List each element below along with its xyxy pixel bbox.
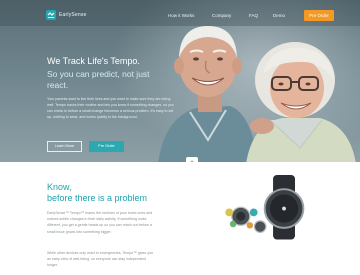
hero-title: We Track Life's Tempo.	[47, 56, 140, 66]
top-nav-bar: EarlySense How it Works Company FAQ Demo…	[0, 0, 360, 26]
product-image	[225, 175, 305, 240]
man-hand	[250, 118, 274, 134]
nav-link-demo[interactable]: Demo	[273, 13, 285, 18]
section-heading-line1: Know,	[47, 182, 72, 192]
brand-name[interactable]: EarlySense	[59, 12, 87, 18]
preorder-nav-button[interactable]: Pre Order	[304, 10, 334, 21]
nav-link-company[interactable]: Company	[212, 13, 231, 18]
logo-icon[interactable]	[46, 10, 56, 20]
nav-link-how-it-works[interactable]: How it Works	[168, 13, 194, 18]
hero-subtitle: So you can predict, not just react.	[47, 69, 150, 90]
nav-link-faq[interactable]: FAQ	[249, 13, 258, 18]
section-paragraph-1: EarlySense™ Tempo™ learns the routines o…	[47, 211, 153, 234]
section-heading-line2: before there is a problem	[47, 193, 148, 203]
sensor-cluster	[225, 206, 267, 234]
page: EarlySense How it Works Company FAQ Demo…	[0, 0, 360, 275]
hero-body-text: Your parents want to live their lives an…	[47, 97, 174, 119]
learn-more-button[interactable]: Learn More	[47, 141, 82, 152]
preorder-button[interactable]: Pre Order	[89, 141, 124, 152]
hero-photo	[158, 26, 356, 162]
section-paragraph-2: While other devices only react to emerge…	[47, 251, 153, 268]
hero-section: EarlySense How it Works Company FAQ Demo…	[0, 0, 360, 162]
